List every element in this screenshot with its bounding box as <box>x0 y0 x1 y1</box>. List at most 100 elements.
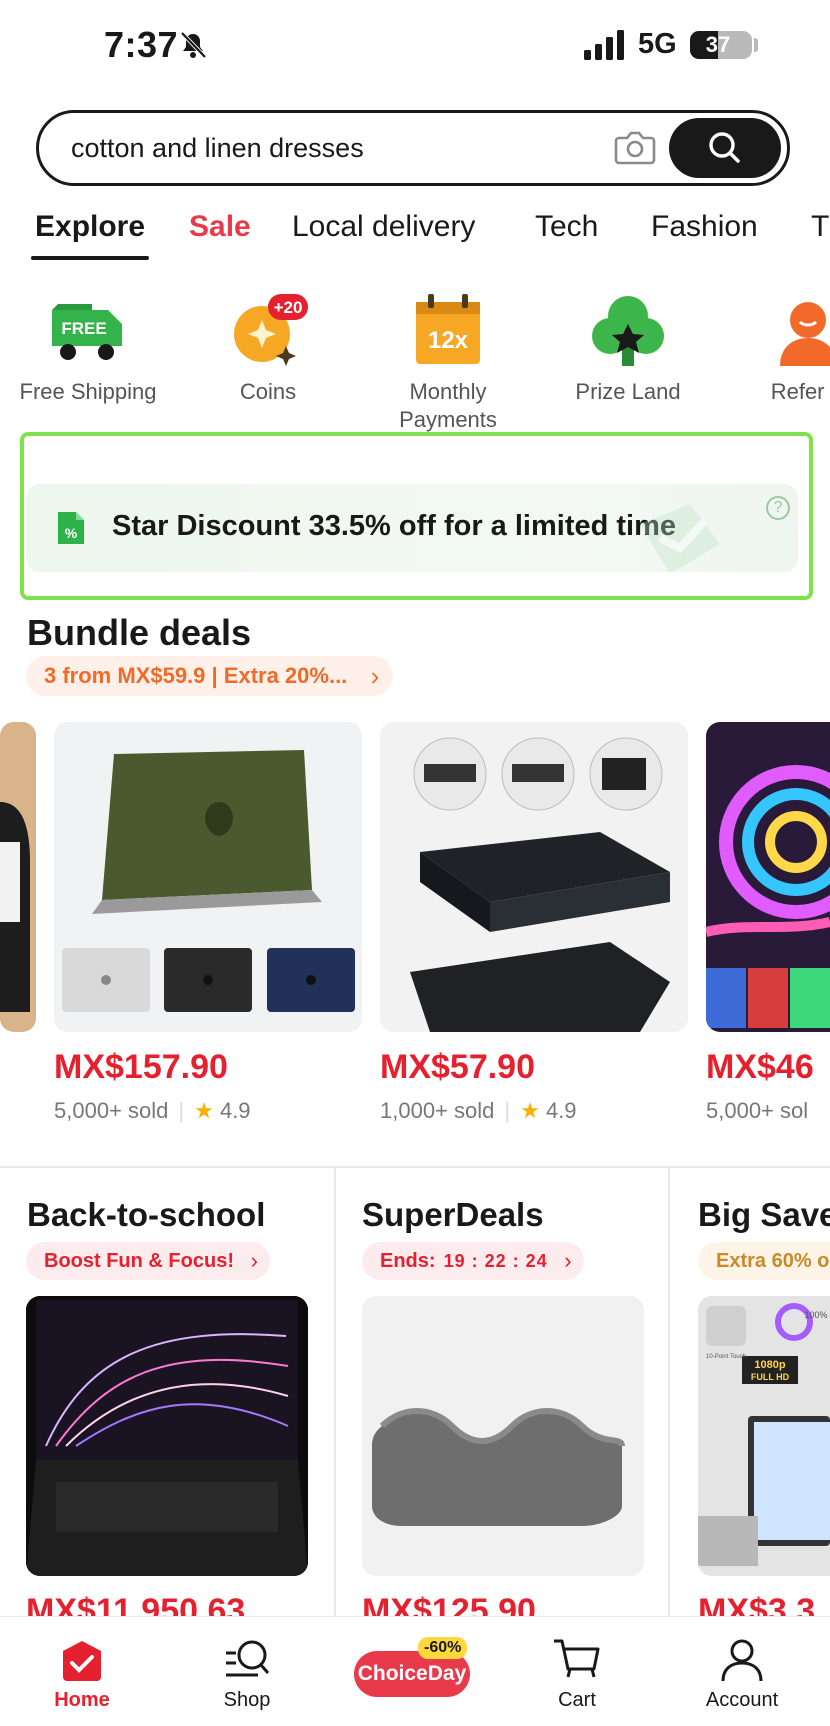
promo-text: Star Discount 33.5% off for a limited ti… <box>112 510 676 542</box>
coins-badge-text: +20 <box>274 298 303 317</box>
countdown-timer: 19 : 22 : 24 <box>443 1251 548 1271</box>
tab-local-delivery[interactable]: Local delivery <box>292 210 475 244</box>
big-save-title: Big Save <box>698 1196 830 1233</box>
discount-document-icon: % <box>58 512 84 544</box>
search-input[interactable]: cotton and linen dresses <box>71 133 364 164</box>
product-meta: 1,000+ sold | ★ 4.9 <box>380 1098 577 1123</box>
product-price: MX$11,950.63 <box>26 1594 246 1616</box>
product-price: MX$157.90 <box>54 1048 228 1086</box>
search-button[interactable] <box>669 118 781 178</box>
tab-sale[interactable]: Sale <box>189 210 251 244</box>
quick-link-label: Free Shipping <box>19 379 157 404</box>
superdeals-pill-text: Ends: <box>380 1250 436 1272</box>
bundle-deals-pill-text: 3 from MX$59.9 | Extra 20%... <box>44 663 348 688</box>
gaming-laptop-image <box>26 1296 308 1576</box>
product-card-console-cover[interactable] <box>380 722 688 1032</box>
refer-person-icon <box>780 302 830 366</box>
cart-icon <box>554 1639 600 1678</box>
tab-tech[interactable]: Tech <box>535 210 598 244</box>
shop-search-icon <box>226 1640 270 1677</box>
star-icon: ★ <box>520 1098 540 1123</box>
tab-more[interactable]: T <box>811 210 829 244</box>
active-tab-indicator <box>31 256 149 260</box>
product-price: MX$46 <box>706 1048 814 1086</box>
chevron-right-icon: › <box>564 1248 572 1273</box>
nav-account-label: Account <box>705 1689 779 1711</box>
superdeals-title: SuperDeals <box>362 1196 544 1233</box>
product-card-led-strip[interactable] <box>706 722 830 1032</box>
big-save-pill[interactable]: Extra 60% o <box>698 1242 830 1280</box>
big-save-pill-text: Extra 60% o <box>716 1250 830 1272</box>
product-card-laptop-case[interactable] <box>54 722 362 1032</box>
decorative-tag-icon <box>640 504 720 572</box>
network-type: 5G <box>638 28 677 60</box>
quick-link-coins[interactable]: +20 Coins <box>178 280 358 430</box>
bundle-deals-pill[interactable]: 3 from MX$59.9 | Extra 20%... › <box>26 656 394 696</box>
product-rating: 4.9 <box>545 1098 577 1123</box>
search-icon <box>709 132 740 163</box>
quick-link-monthly-payments[interactable]: 12x Monthly Payments <box>358 280 538 432</box>
help-icon[interactable]: ? <box>766 496 790 520</box>
back-to-school-product[interactable] <box>26 1296 308 1576</box>
prize-tree-icon <box>592 296 664 366</box>
product-price: MX$125.90 <box>362 1594 536 1616</box>
quick-link-label: Prize Land <box>575 379 681 404</box>
quick-link-free-shipping[interactable]: FREE Free Shipping <box>0 280 178 430</box>
svg-text:1080p: 1080p <box>754 1359 785 1371</box>
calendar-icon: 12x <box>416 294 480 364</box>
back-to-school-title: Back-to-school <box>27 1196 266 1233</box>
camera-search-icon[interactable] <box>613 127 657 167</box>
status-bar: 7:37 5G 37 <box>0 0 830 92</box>
account-icon <box>721 1639 763 1682</box>
nav-home-label: Home <box>54 1689 110 1711</box>
product-meta: 5,000+ sold | ★ 4.9 <box>54 1098 251 1123</box>
column-divider <box>334 1168 336 1618</box>
star-discount-banner[interactable]: % Star Discount 33.5% off for a limited … <box>26 484 798 572</box>
led-strip-image <box>706 722 830 1032</box>
product-meta: 5,000+ sol <box>706 1098 808 1124</box>
console-cover-image <box>380 722 688 1032</box>
column-divider <box>668 1168 670 1618</box>
battery-level: 37 <box>705 32 731 57</box>
nav-home[interactable]: Home <box>22 1637 142 1712</box>
search-bar[interactable]: cotton and linen dresses <box>36 110 790 186</box>
product-image-partial[interactable] <box>0 722 36 1032</box>
free-badge-text: FREE <box>61 319 106 338</box>
nav-account[interactable]: Account <box>682 1637 802 1712</box>
portable-monitor-image: 1080p FULL HD 100% 10-Point Touch <box>698 1296 830 1576</box>
coins-icon: +20 <box>234 294 308 366</box>
quick-link-label: Monthly Payments <box>399 379 497 432</box>
signal-icon <box>584 30 624 60</box>
quick-link-refer[interactable]: Refer & <box>718 280 830 430</box>
superdeals-pill[interactable]: Ends: 19 : 22 : 24 › <box>362 1242 584 1280</box>
svg-text:FULL HD: FULL HD <box>751 1372 790 1382</box>
home-icon <box>63 1641 101 1681</box>
quick-link-prize-land[interactable]: Prize Land <box>538 280 718 430</box>
product-price: MX$3,3 <box>698 1594 816 1616</box>
quick-link-label: Refer & <box>770 379 830 404</box>
status-time: 7:37 <box>104 24 179 65</box>
big-save-product[interactable]: 1080p FULL HD 100% 10-Point Touch <box>698 1296 830 1576</box>
bottom-nav: Home Shop ChoiceDay -60% Cart Account <box>0 1616 830 1726</box>
person-photo <box>0 722 36 1032</box>
product-sold: 5,000+ sold <box>54 1098 169 1123</box>
star-icon: ★ <box>194 1098 214 1123</box>
product-sold: 1,000+ sold <box>380 1098 495 1123</box>
chevron-right-icon: › <box>370 661 380 691</box>
superdeals-product[interactable] <box>362 1296 644 1576</box>
muted-bell-icon <box>180 31 207 59</box>
back-to-school-pill[interactable]: Boost Fun & Focus! › <box>26 1242 270 1280</box>
nav-shop-label: Shop <box>223 1689 271 1711</box>
nav-shop[interactable]: Shop <box>187 1637 307 1712</box>
calendar-badge-text: 12x <box>428 327 469 354</box>
tab-fashion[interactable]: Fashion <box>651 210 758 244</box>
tab-explore[interactable]: Explore <box>35 210 145 244</box>
battery-tip <box>754 38 758 52</box>
bundle-deals-title: Bundle deals <box>27 612 252 653</box>
product-sold: 5,000+ sol <box>706 1098 809 1123</box>
free-shipping-truck-icon: FREE <box>52 304 122 360</box>
choice-discount-badge: -60% <box>418 1637 468 1659</box>
quick-link-label: Coins <box>239 379 297 404</box>
nav-cart[interactable]: Cart <box>517 1637 637 1712</box>
svg-text:10-Point Touch: 10-Point Touch <box>706 1354 746 1360</box>
